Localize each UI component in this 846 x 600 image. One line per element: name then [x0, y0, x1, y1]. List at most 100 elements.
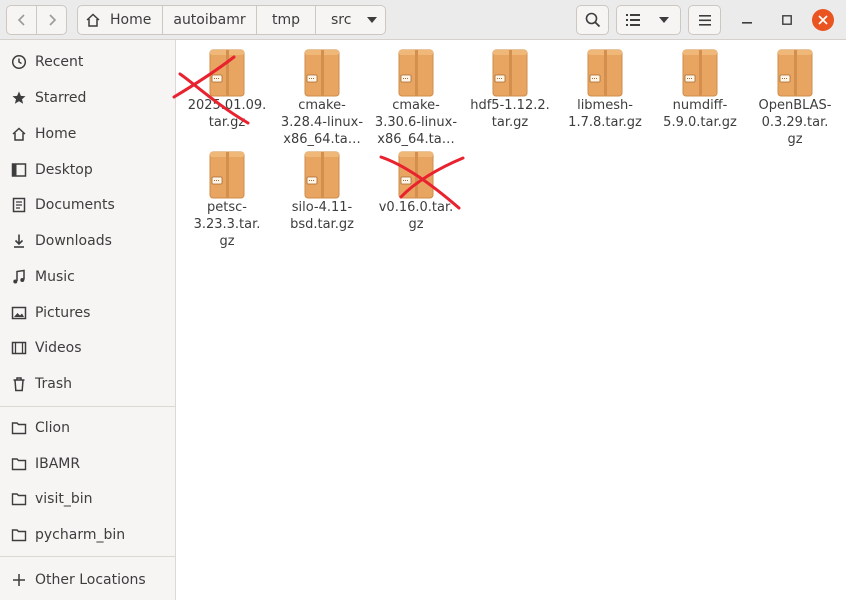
file-name: OpenBLAS- 0.3.29.tar. gz: [758, 98, 832, 147]
file-name: cmake- 3.30.6-linux-x86_64.ta…: [374, 98, 458, 147]
hamburger-icon: [698, 14, 711, 26]
file-item[interactable]: cmake- 3.30.6-linux-x86_64.ta…: [368, 41, 464, 148]
file-item[interactable]: petsc- 3.23.3.tar. gz: [179, 143, 275, 250]
sidebar-item-ibamr[interactable]: IBAMR: [0, 447, 175, 481]
sidebar-item-label: Other Locations: [35, 572, 146, 588]
document-icon: [11, 197, 27, 213]
desktop-icon: [11, 162, 27, 178]
back-button[interactable]: [6, 5, 37, 35]
breadcrumb-autoibamr[interactable]: autoibamr: [163, 5, 257, 35]
file-item[interactable]: OpenBLAS- 0.3.29.tar. gz: [747, 41, 843, 148]
chevron-right-icon: [48, 14, 56, 26]
star-icon: [11, 90, 27, 106]
dropdown-arrow-icon: [659, 17, 669, 23]
list-view-button[interactable]: [616, 5, 649, 35]
view-options-button[interactable]: [648, 5, 681, 35]
archive-icon: [398, 151, 434, 199]
clock-icon: [11, 54, 27, 70]
folder-icon: [11, 491, 27, 507]
file-item[interactable]: hdf5-1.12.2. tar.gz: [462, 41, 558, 131]
file-name: petsc- 3.23.3.tar. gz: [193, 200, 261, 249]
breadcrumb-label: autoibamr: [173, 12, 246, 28]
sidebar-item-starred[interactable]: Starred: [0, 81, 175, 115]
sidebar-item-clion[interactable]: Clion: [0, 411, 175, 445]
file-item[interactable]: libmesh- 1.7.8.tar.gz: [557, 41, 653, 131]
archive-icon: [682, 49, 718, 97]
close-button[interactable]: [812, 9, 834, 31]
minimize-icon: [742, 22, 752, 24]
breadcrumb-label: tmp: [271, 12, 300, 28]
music-icon: [11, 269, 27, 285]
sidebar-item-label: Starred: [35, 90, 87, 106]
file-name: numdiff- 5.9.0.tar.gz: [663, 98, 737, 130]
file-item[interactable]: cmake- 3.28.4-linux-x86_64.ta…: [274, 41, 370, 148]
sidebar-item-label: Documents: [35, 197, 115, 213]
archive-icon: [304, 49, 340, 97]
sidebar-item-desktop[interactable]: Desktop: [0, 153, 175, 187]
home-icon: [11, 126, 27, 142]
folder-icon: [11, 527, 27, 543]
sidebar-item-downloads[interactable]: Downloads: [0, 224, 175, 258]
sidebar-item-label: visit_bin: [35, 491, 93, 507]
sidebar-item-label: Home: [35, 126, 77, 142]
file-name: 2025.01.09. tar.gz: [187, 98, 267, 130]
minimize-button[interactable]: [736, 9, 758, 31]
download-icon: [11, 233, 27, 249]
sidebar-item-recent[interactable]: Recent: [0, 45, 175, 79]
breadcrumb-src[interactable]: src: [316, 5, 386, 35]
breadcrumb-label: src: [331, 12, 352, 28]
sidebar-item-label: Downloads: [35, 233, 112, 249]
breadcrumb-tmp[interactable]: tmp: [257, 5, 316, 35]
sidebar-item-label: pycharm_bin: [35, 527, 126, 543]
archive-icon: [304, 151, 340, 199]
chevron-left-icon: [17, 14, 25, 26]
file-name: cmake- 3.28.4-linux-x86_64.ta…: [280, 98, 364, 147]
close-icon: [818, 15, 828, 25]
sidebar-item-pictures[interactable]: Pictures: [0, 296, 175, 330]
forward-button[interactable]: [36, 5, 67, 35]
dropdown-arrow-icon: [367, 17, 378, 23]
maximize-icon: [782, 15, 792, 25]
sidebar-item-trash[interactable]: Trash: [0, 367, 175, 401]
sidebar-item-music[interactable]: Music: [0, 260, 175, 294]
file-item[interactable]: silo-4.11- bsd.tar.gz: [274, 143, 370, 233]
archive-icon: [398, 49, 434, 97]
sidebar-item-pycharm-bin[interactable]: pycharm_bin: [0, 518, 175, 552]
search-button[interactable]: [576, 5, 609, 35]
breadcrumb-home[interactable]: Home: [77, 5, 163, 35]
archive-icon: [777, 49, 813, 97]
picture-icon: [11, 305, 27, 321]
home-icon: [86, 13, 100, 27]
file-name: silo-4.11- bsd.tar.gz: [290, 200, 354, 232]
sidebar-item-label: Music: [35, 269, 75, 285]
archive-icon: [587, 49, 623, 97]
sidebar-item-other-locations[interactable]: Other Locations: [0, 563, 175, 597]
file-name: hdf5-1.12.2. tar.gz: [470, 98, 550, 130]
folder-icon: [11, 456, 27, 472]
archive-icon: [209, 49, 245, 97]
sidebar: Recent Starred Home Desktop Documents Do…: [0, 40, 176, 600]
sidebar-item-label: Recent: [35, 54, 84, 70]
sidebar-separator: [0, 556, 175, 557]
sidebar-item-label: IBAMR: [35, 456, 81, 472]
sidebar-item-label: Trash: [35, 376, 72, 392]
main-menu-button[interactable]: [688, 5, 721, 35]
sidebar-item-visit-bin[interactable]: visit_bin: [0, 482, 175, 516]
file-item[interactable]: numdiff- 5.9.0.tar.gz: [652, 41, 748, 131]
file-name: v0.16.0.tar. gz: [378, 200, 454, 232]
sidebar-item-label: Pictures: [35, 305, 91, 321]
breadcrumb-label: Home: [110, 12, 152, 28]
file-item[interactable]: 2025.01.09. tar.gz: [179, 41, 275, 131]
sidebar-item-label: Videos: [35, 340, 82, 356]
sidebar-item-home[interactable]: Home: [0, 117, 175, 151]
maximize-button[interactable]: [776, 9, 798, 31]
archive-icon: [492, 49, 528, 97]
trash-icon: [11, 376, 27, 392]
sidebar-item-videos[interactable]: Videos: [0, 331, 175, 365]
breadcrumb: Home autoibamr tmp src: [77, 5, 386, 35]
file-name: libmesh- 1.7.8.tar.gz: [568, 98, 642, 130]
header-bar: Home autoibamr tmp src: [0, 0, 846, 40]
sidebar-item-documents[interactable]: Documents: [0, 188, 175, 222]
sidebar-item-label: Clion: [35, 420, 70, 436]
file-item[interactable]: v0.16.0.tar. gz: [368, 143, 464, 233]
